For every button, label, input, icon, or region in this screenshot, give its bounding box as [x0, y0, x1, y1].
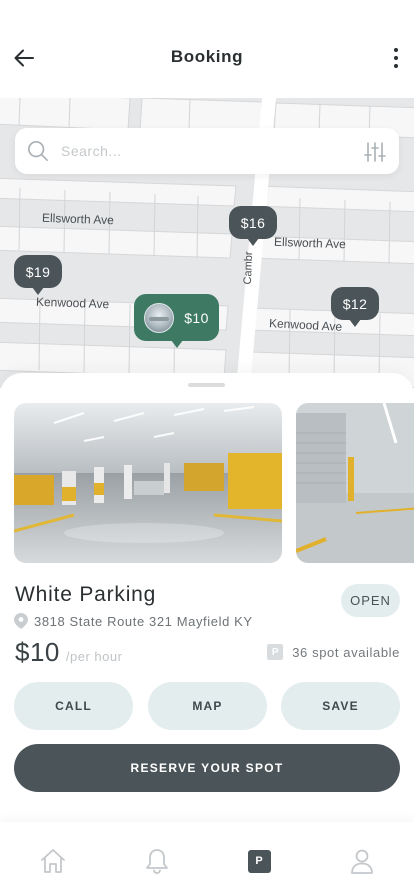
nav-parking[interactable]: P [244, 846, 274, 876]
bottom-navigation: P [0, 822, 414, 896]
pin-price: $10 [184, 309, 209, 326]
address-row: 3818 State Route 321 Mayfield KY [14, 613, 253, 629]
reserve-spot-button[interactable]: RESERVE YOUR SPOT [14, 744, 400, 792]
more-vertical-icon [394, 48, 398, 52]
price-pin[interactable]: $16 [229, 206, 277, 246]
price-pin-selected[interactable]: $10 [134, 294, 219, 348]
nav-notifications[interactable] [142, 846, 172, 876]
map-view[interactable]: Ellsworth Ave Ellsworth Ave Kenwood Ave … [0, 98, 414, 388]
search-bar [15, 128, 399, 174]
nav-home[interactable] [38, 846, 68, 876]
price-pin[interactable]: $12 [331, 287, 379, 327]
parking-garage-image [296, 403, 414, 563]
nav-profile[interactable] [347, 846, 377, 876]
street-label: Kenwood Ave [35, 294, 110, 312]
sliders-icon[interactable] [363, 140, 387, 164]
parking-details-sheet: White Parking OPEN 3818 State Route 321 … [0, 373, 414, 833]
search-icon [28, 141, 48, 161]
page-title: Booking [170, 47, 244, 66]
call-button[interactable]: CALL [14, 682, 133, 730]
parking-name: White Parking [15, 583, 157, 606]
search-input[interactable] [61, 140, 331, 162]
location-pin-icon [14, 613, 28, 629]
parking-thumbnail [144, 302, 175, 333]
parking-garage-image [14, 403, 282, 563]
price-value: $10 [15, 637, 60, 667]
parking-photo[interactable] [14, 403, 282, 563]
parking-icon: P [247, 849, 271, 873]
pin-price: $19 [25, 263, 51, 280]
pin-price: $16 [240, 214, 266, 231]
drag-handle[interactable] [188, 383, 225, 387]
parking-icon: P [267, 644, 284, 660]
price-unit: /per hour [65, 649, 123, 664]
spots-available: 36 spot available [292, 644, 400, 660]
street-label: Ellsworth Ave [41, 210, 115, 228]
street-label: Ellsworth Ave [273, 234, 347, 252]
status-badge: OPEN [341, 584, 400, 617]
parking-photo[interactable] [296, 403, 414, 563]
app-header: Booking [0, 0, 414, 98]
booking-screen: Booking Ellsworth Ave Ellsworth Ave Kenw… [0, 0, 414, 896]
pin-price: $12 [342, 295, 368, 312]
more-menu-button[interactable] [384, 44, 408, 72]
home-icon [41, 849, 65, 873]
user-icon [351, 849, 373, 874]
save-button[interactable]: SAVE [281, 682, 400, 730]
bell-icon [146, 849, 168, 874]
availability: P 36 spot available [267, 644, 400, 660]
price-pin[interactable]: $19 [14, 255, 62, 295]
parking-address: 3818 State Route 321 Mayfield KY [34, 613, 253, 629]
price-row: $10 /per hour [15, 637, 122, 668]
street-label: Cambr [241, 251, 256, 285]
map-button[interactable]: MAP [148, 682, 267, 730]
